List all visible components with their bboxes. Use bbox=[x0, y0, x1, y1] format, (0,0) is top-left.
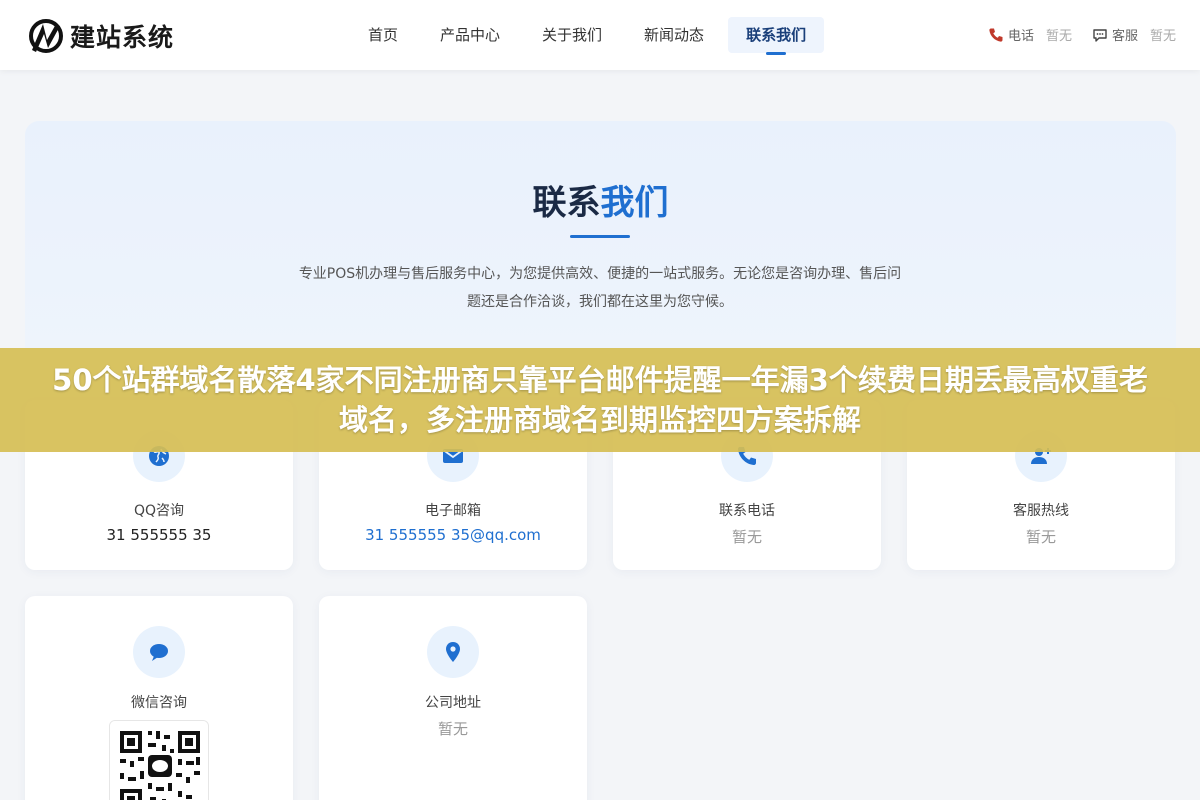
page-title-part2: 我们 bbox=[600, 183, 669, 223]
card-wechat[interactable]: 微信咨询 bbox=[25, 596, 293, 800]
card-value: 暂无 bbox=[1025, 528, 1056, 546]
header-service[interactable]: 客服 暂无 bbox=[1092, 25, 1176, 44]
header-service-value: 暂无 bbox=[1149, 29, 1176, 44]
wechat-qr-code bbox=[109, 720, 209, 800]
nav-item-home[interactable]: 首页 bbox=[350, 17, 416, 53]
card-value: 暂无 bbox=[437, 720, 468, 738]
hero-description: 专业POS机办理与售后服务中心，为您提供高效、便捷的一站式服务。无论您是咨询办理… bbox=[298, 266, 902, 310]
card-label: 微信咨询 bbox=[131, 695, 187, 711]
site-header: 建站系统 首页 产品中心 关于我们 新闻动态 联系我们 电话 暂无 客服 暂无 bbox=[0, 0, 1200, 70]
hero-panel: 联系我们 专业POS机办理与售后服务中心，为您提供高效、便捷的一站式服务。无论您… bbox=[25, 121, 1176, 361]
card-label: 公司地址 bbox=[425, 695, 481, 711]
article-title-banner: 50个站群域名散落4家不同注册商只靠平台邮件提醒一年漏3个续费日期丢最高权重老域… bbox=[0, 348, 1200, 452]
page-title-part1: 联系 bbox=[532, 183, 601, 223]
nav-item-contact[interactable]: 联系我们 bbox=[728, 17, 825, 55]
logo-text: 建站系统 bbox=[70, 23, 175, 52]
nav-item-news[interactable]: 新闻动态 bbox=[626, 17, 722, 53]
card-label: 电子邮箱 bbox=[425, 503, 481, 519]
title-underline bbox=[570, 235, 630, 238]
card-address[interactable]: 公司地址 暂无 bbox=[319, 596, 587, 800]
header-phone-label: 电话 bbox=[1007, 29, 1034, 44]
card-value[interactable]: 31 555555 35@qq.com bbox=[319, 526, 587, 544]
banner-title: 50个站群域名散落4家不同注册商只靠平台邮件提醒一年漏3个续费日期丢最高权重老域… bbox=[52, 363, 1148, 437]
card-value: 暂无 bbox=[731, 528, 762, 546]
header-phone[interactable]: 电话 暂无 bbox=[988, 25, 1072, 44]
nav-item-about[interactable]: 关于我们 bbox=[524, 17, 620, 53]
card-label: 客服热线 bbox=[1013, 503, 1069, 519]
card-label: QQ咨询 bbox=[133, 503, 185, 519]
card-label: 联系电话 bbox=[719, 503, 775, 519]
chat-bubble-icon bbox=[133, 626, 185, 678]
page-title: 联系我们 bbox=[25, 175, 1176, 224]
logo-mark-icon bbox=[29, 19, 63, 53]
header-contact: 电话 暂无 客服 暂无 bbox=[968, 25, 1176, 44]
header-phone-value: 暂无 bbox=[1045, 29, 1072, 44]
card-value: 31 555555 35 bbox=[106, 526, 212, 544]
main-nav: 首页 产品中心 关于我们 新闻动态 联系我们 bbox=[350, 17, 830, 55]
phone-icon bbox=[989, 28, 1003, 42]
nav-item-products[interactable]: 产品中心 bbox=[422, 17, 518, 53]
location-pin-icon bbox=[427, 626, 479, 678]
chat-icon bbox=[1093, 28, 1107, 42]
header-service-label: 客服 bbox=[1111, 29, 1138, 44]
logo[interactable]: 建站系统 bbox=[26, 16, 174, 56]
